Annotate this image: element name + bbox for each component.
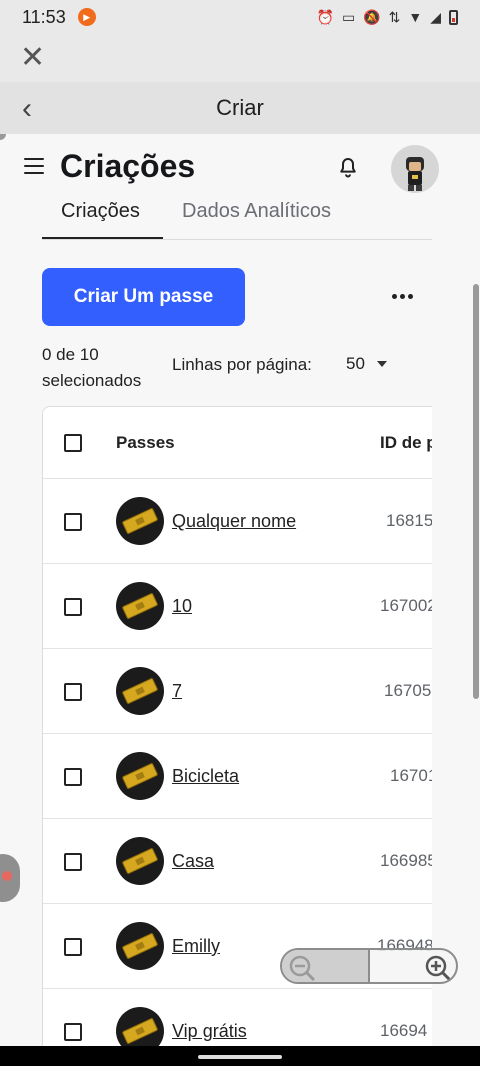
data-icon: ⇅: [388, 8, 401, 25]
select-all-checkbox[interactable]: [64, 434, 82, 452]
rows-per-page-value: 50: [346, 354, 365, 373]
selection-count: 0 de 10 selecionados: [42, 345, 142, 390]
create-pass-button[interactable]: Criar Um passe: [42, 268, 245, 326]
wifi-icon: ▼: [408, 9, 423, 25]
pass-ticket-icon: [116, 1007, 164, 1046]
hamburger-menu-icon[interactable]: [24, 158, 44, 174]
heart-icon: [2, 871, 12, 881]
battery-icon: [449, 9, 458, 25]
pass-name-link[interactable]: Vip grátis: [172, 1021, 247, 1042]
page-title-bar-label: Criar: [216, 95, 264, 120]
pass-name-link[interactable]: Casa: [172, 851, 214, 872]
close-icon[interactable]: ✕: [20, 43, 45, 73]
pass-id: 16815: [386, 511, 432, 530]
pass-ticket-icon: [116, 837, 164, 885]
pass-name-link[interactable]: Emilly: [172, 936, 220, 957]
pass-id: 16701: [390, 766, 432, 785]
pass-id: 167002: [380, 596, 432, 615]
screen: 11:53 ▶ ⏰ ▭ 🔕 ⇅ ▼ ◢ ✕ ‹ Criar Criações C…: [0, 0, 480, 1066]
table-row[interactable]: 10 167002: [43, 564, 432, 649]
floating-bubble[interactable]: [0, 854, 20, 902]
pass-id: 166985: [380, 851, 432, 870]
zoom-out-icon: [289, 955, 316, 981]
table-row[interactable]: Casa 166985: [43, 819, 432, 904]
title-bar: ‹ Criar: [0, 82, 480, 134]
table-row[interactable]: Vip grátis 16694: [43, 989, 432, 1046]
mute-icon: 🔕: [363, 8, 381, 25]
zoom-in-icon: [425, 955, 452, 981]
active-tab-indicator: [42, 237, 163, 239]
main-content: Criações Criações Dados Analíticos Criar…: [0, 134, 480, 1046]
avatar[interactable]: [391, 145, 439, 193]
row-checkbox[interactable]: [64, 598, 82, 616]
table-row[interactable]: Bicicleta 16701: [43, 734, 432, 819]
tab-creations[interactable]: Criações: [61, 200, 140, 223]
back-arrow-icon[interactable]: ‹: [22, 92, 32, 126]
status-bar: 11:53 ▶ ⏰ ▭ 🔕 ⇅ ▼ ◢: [0, 0, 480, 34]
app-notification-icon: ▶: [77, 8, 96, 26]
table-row[interactable]: 7 16705: [43, 649, 432, 734]
page-title: Criações: [60, 148, 196, 184]
pass-name-link[interactable]: 10: [172, 596, 192, 617]
webview-close-bar: ✕: [0, 34, 480, 82]
page-scrollbar[interactable]: [473, 284, 479, 699]
pass-ticket-icon: [116, 667, 164, 715]
cast-icon: ▭: [341, 8, 356, 25]
column-header-id: ID de p: [380, 433, 432, 452]
zoom-control: [280, 948, 458, 984]
chevron-down-icon: [376, 361, 387, 367]
home-gesture-handle[interactable]: [198, 1055, 282, 1059]
pass-ticket-icon: [116, 582, 164, 630]
more-options-icon[interactable]: [392, 286, 416, 306]
row-checkbox[interactable]: [64, 683, 82, 701]
pass-name-link[interactable]: Qualquer nome: [172, 511, 296, 532]
bell-icon[interactable]: [336, 156, 360, 180]
pass-ticket-icon: [116, 752, 164, 800]
row-checkbox[interactable]: [64, 768, 82, 786]
status-time: 11:53: [22, 6, 66, 27]
table-header: Passes ID de p: [43, 407, 432, 479]
zoom-out-button[interactable]: [282, 950, 370, 982]
tab-bar: Criações Dados Analíticos: [42, 196, 432, 240]
rows-per-page-select[interactable]: 50: [346, 354, 387, 374]
pass-id: 16705: [384, 681, 432, 700]
column-header-passes: Passes: [116, 433, 175, 452]
row-checkbox[interactable]: [64, 1023, 82, 1041]
tab-analytics[interactable]: Dados Analíticos: [182, 200, 331, 223]
pass-ticket-icon: [116, 497, 164, 545]
row-checkbox[interactable]: [64, 513, 82, 531]
pass-name-link[interactable]: 7: [172, 681, 182, 702]
status-icons: ⏰ ▭ 🔕 ⇅ ▼ ◢: [317, 9, 458, 26]
alarm-icon: ⏰: [316, 8, 334, 25]
row-checkbox[interactable]: [64, 938, 82, 956]
rows-per-page-label: Linhas por página:: [172, 355, 312, 374]
zoom-in-button[interactable]: [370, 950, 456, 982]
creations-header: Criações: [0, 134, 480, 204]
pass-name-link[interactable]: Bicicleta: [172, 766, 239, 787]
pass-ticket-icon: [116, 922, 164, 970]
row-checkbox[interactable]: [64, 853, 82, 871]
pass-id: 16694: [380, 1021, 428, 1040]
signal-icon: ◢: [430, 8, 441, 25]
table-row[interactable]: Qualquer nome 16815: [43, 479, 432, 564]
